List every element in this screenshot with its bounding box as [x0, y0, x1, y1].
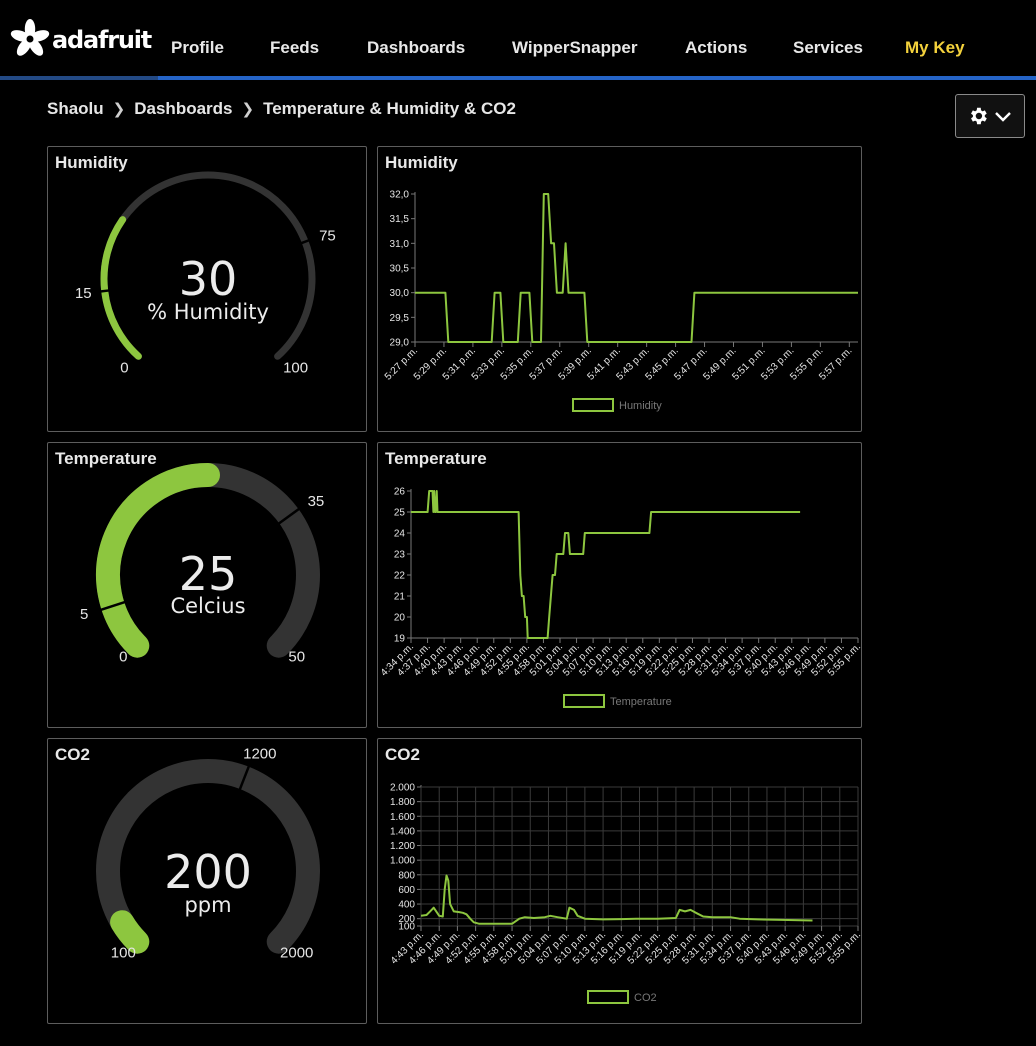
y-tick-label: 1.000	[390, 856, 415, 867]
breadcrumb-user[interactable]: Shaolu	[47, 99, 104, 119]
legend-swatch	[563, 694, 605, 708]
y-tick-label: 800	[398, 870, 415, 881]
y-tick-label: 20	[394, 613, 406, 624]
gauge-low-label: 5	[80, 606, 88, 623]
gauge-high-label: 1200	[243, 746, 276, 763]
y-tick-label: 22	[394, 571, 406, 582]
gauge-min-label: 0	[119, 649, 127, 666]
y-tick-label: 100	[398, 922, 415, 933]
dashboard-settings-button[interactable]	[955, 94, 1025, 138]
temperature-gauge: 0 50 5 35 25Celcius	[80, 463, 325, 666]
gauge-unit: ppm	[184, 893, 231, 917]
y-tick-label: 29,0	[390, 338, 410, 349]
y-tick-label: 30,0	[390, 288, 410, 299]
gauge-min-label: 0	[120, 359, 128, 376]
temperature-gauge-panel: Temperature 0 50 5 35 25 Celcius	[47, 442, 367, 728]
gauge-value: 200	[164, 845, 252, 899]
y-tick-label: 600	[398, 885, 415, 896]
nav-dashboards[interactable]: Dashboards	[367, 38, 465, 58]
gauge-unit: Celcius	[170, 594, 245, 618]
gauge-high-label: 75	[319, 227, 336, 244]
y-tick-label: 31,0	[390, 239, 410, 250]
temperature-chart-panel: Temperature 26 25 24 23 22 21 20 19 4:34 p.m. 4:3…	[377, 442, 863, 728]
y-tick-label: 1.600	[390, 812, 415, 823]
gauge-low-label: 15	[75, 285, 92, 302]
nav-underline	[0, 76, 1036, 80]
breadcrumb: Shaolu ❯ Dashboards ❯ Temperature & Humi…	[47, 99, 516, 119]
gauge-unit: % Humidity	[147, 300, 269, 324]
chevron-down-icon	[995, 112, 1011, 122]
legend-label: Temperature	[610, 696, 672, 708]
legend-label: CO2	[634, 992, 657, 1004]
y-tick-label: 2.000	[390, 783, 415, 794]
top-nav-bar: adafruit Profile Feeds Dashboards WipperSna…	[0, 0, 1036, 76]
breadcrumb-current: Temperature & Humidity & CO2	[263, 99, 516, 118]
y-tick-label: 32,0	[390, 190, 410, 201]
nav-services[interactable]: Services	[793, 38, 863, 58]
nav-my-key[interactable]: My Key	[905, 38, 965, 58]
y-tick-label: 21	[394, 592, 406, 603]
temperature-line-chart: 26252423222120194:34 p.m.4:37 p.m.4:40 p…	[379, 487, 863, 708]
nav-actions[interactable]: Actions	[685, 38, 747, 58]
y-tick-label: 23	[394, 550, 406, 561]
series-line	[420, 874, 813, 925]
co2-gauge-panel: CO2 100 2000 1200 200 ppm	[47, 738, 367, 1024]
y-tick-label: 31,5	[390, 214, 410, 225]
y-tick-label: 1.200	[390, 841, 415, 852]
gauge-max-label: 2000	[280, 945, 313, 962]
y-tick-label: 19	[394, 634, 406, 645]
y-tick-label: 1.400	[390, 826, 415, 837]
gauge-max-label: 50	[288, 649, 305, 666]
gauge-max-label: 100	[283, 359, 308, 376]
humidity-gauge: 0 100 15 75 30% Humidity	[75, 171, 336, 376]
series-line	[415, 193, 858, 343]
y-tick-label: 1.800	[390, 797, 415, 808]
gauge-value: 30	[179, 252, 238, 306]
chevron-right-icon: ❯	[241, 101, 255, 118]
y-tick-label: 30,5	[390, 264, 410, 275]
gauge-min-label: 100	[111, 945, 136, 962]
flower-icon	[10, 19, 50, 56]
legend-label: Humidity	[619, 400, 662, 412]
co2-gauge: 100 2000 1200 200ppm	[96, 746, 320, 962]
nav-wippersnapper[interactable]: WipperSnapper	[512, 38, 637, 58]
gauge-fill	[110, 910, 150, 954]
adafruit-logo[interactable]: adafruit	[10, 16, 152, 60]
gauge-low-marker	[100, 289, 110, 293]
y-tick-label: 26	[394, 487, 406, 498]
legend-swatch	[587, 990, 629, 1004]
humidity-chart-panel: Humidity 32,0 31,5 31,0 30,5 30,0 29,5 29,0 5:2…	[377, 146, 862, 432]
co2-chart-panel: CO2 2.000 1.800 1.600 1.400 1.200 1.000 800 600…	[377, 738, 863, 1024]
humidity-gauge-panel: Humidity 0 100 15 75 30% Humidity	[47, 146, 367, 432]
logo-text: adafruit	[52, 26, 152, 54]
gauge-fill	[100, 216, 142, 360]
y-tick-label: 29,5	[390, 313, 410, 324]
series-line	[411, 490, 801, 639]
y-tick-label: 400	[398, 900, 415, 911]
co2-line-chart: 2.0001.8001.6001.4001.2001.0008006004002…	[389, 783, 863, 1004]
nav-profile[interactable]: Profile	[171, 38, 224, 58]
legend-swatch	[572, 398, 614, 412]
chevron-right-icon: ❯	[112, 101, 126, 118]
humidity-line-chart: 32,031,531,030,530,029,529,05:27 p.m.5:2…	[383, 190, 858, 412]
gauge-high-label: 35	[308, 493, 325, 510]
gear-icon	[971, 107, 987, 125]
breadcrumb-dashboards[interactable]: Dashboards	[134, 99, 232, 119]
y-tick-label: 24	[394, 529, 406, 540]
y-tick-label: 25	[394, 508, 406, 519]
gauge-value: 25	[179, 547, 238, 601]
nav-feeds[interactable]: Feeds	[270, 38, 319, 58]
